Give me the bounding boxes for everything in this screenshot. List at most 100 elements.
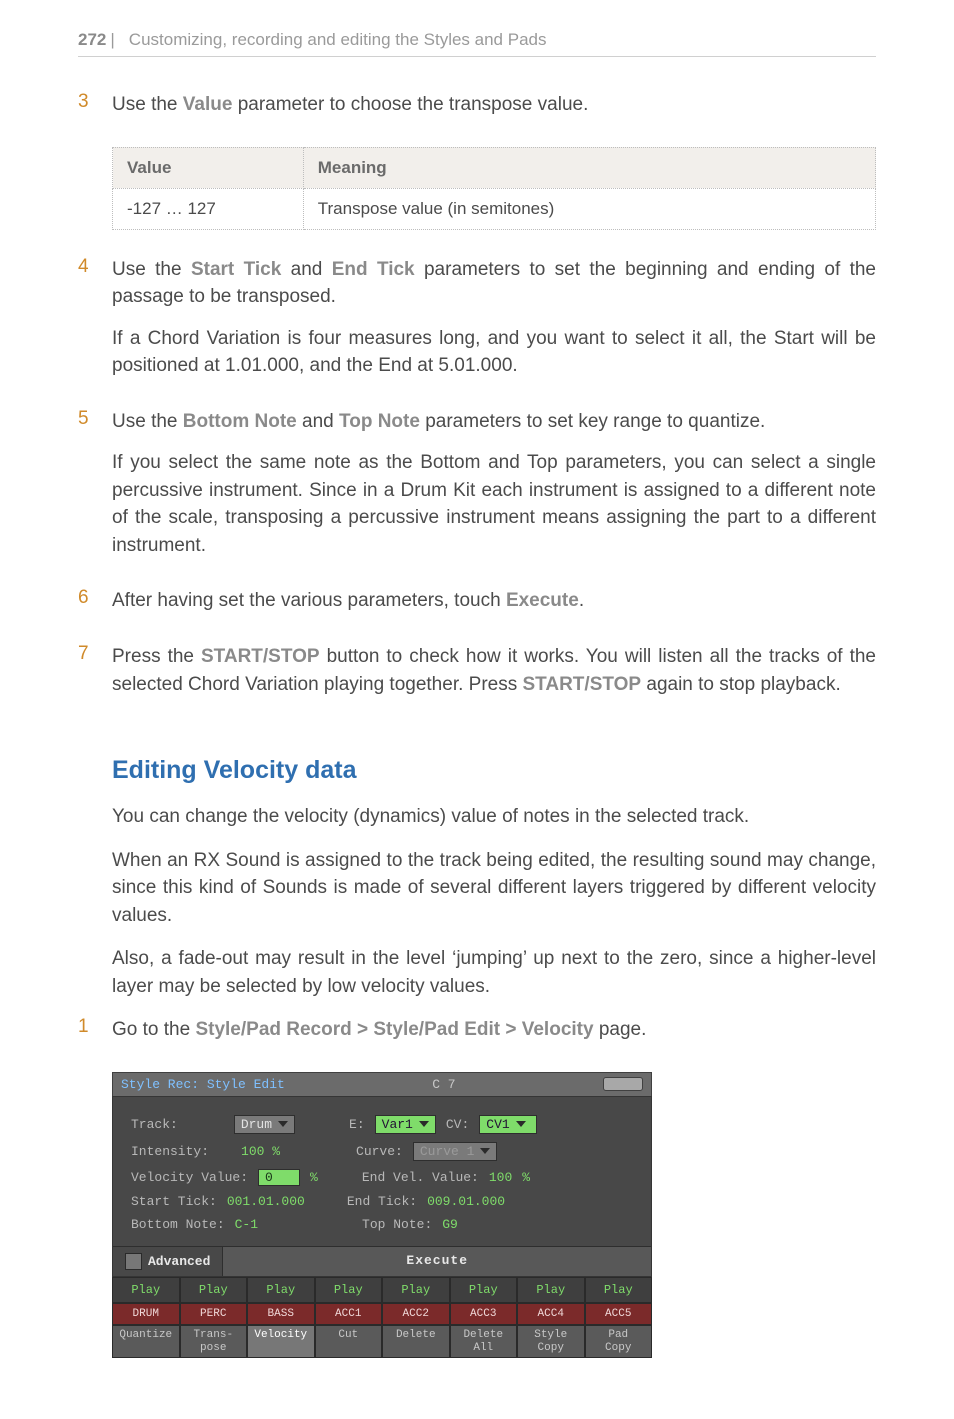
track-label: Track:: [131, 1117, 178, 1132]
text-run: Go to the: [112, 1019, 195, 1040]
track-header[interactable]: ACC3: [450, 1303, 518, 1325]
ui-term: End Tick: [332, 259, 415, 280]
chevron-down-icon: [419, 1121, 429, 1127]
section-title: Editing Velocity data: [112, 756, 876, 785]
edit-tab[interactable]: Velocity: [247, 1325, 315, 1358]
edit-tab[interactable]: Delete All: [450, 1325, 518, 1358]
step-paragraph: If you select the same note as the Botto…: [112, 449, 876, 559]
velocity-value-field[interactable]: 0: [258, 1169, 300, 1186]
step: 6After having set the various parameters…: [78, 587, 876, 631]
header-separator: |: [110, 30, 114, 50]
play-button[interactable]: Play: [247, 1277, 315, 1303]
step-number: 3: [78, 91, 112, 135]
edit-tab[interactable]: Style Copy: [517, 1325, 585, 1358]
velocity-value-label: Velocity Value:: [131, 1170, 248, 1185]
device-title-left: Style Rec: Style Edit: [121, 1077, 285, 1092]
device-title-center: C 7: [305, 1077, 583, 1092]
edit-tab[interactable]: Quantize: [112, 1325, 180, 1358]
chevron-down-icon: [278, 1121, 288, 1127]
play-button[interactable]: Play: [180, 1277, 248, 1303]
text-run: Use the: [112, 259, 191, 280]
step-number: 4: [78, 256, 112, 396]
play-button[interactable]: Play: [450, 1277, 518, 1303]
track-header[interactable]: ACC2: [382, 1303, 450, 1325]
step-body: After having set the various parameters,…: [112, 587, 876, 631]
step-paragraph: Use the Start Tick and End Tick paramete…: [112, 256, 876, 311]
track-dropdown[interactable]: Drum: [234, 1115, 295, 1134]
header-title: Customizing, recording and editing the S…: [129, 30, 547, 50]
table-header-value: Value: [113, 147, 304, 188]
table-cell-value: -127 … 127: [113, 188, 304, 229]
section-paragraph: Also, a fade-out may result in the level…: [112, 945, 876, 1000]
end-vel-label: End Vel. Value:: [362, 1170, 479, 1185]
play-button[interactable]: Play: [112, 1277, 180, 1303]
start-tick-value[interactable]: 001.01.000: [227, 1194, 305, 1209]
bottom-note-value[interactable]: C-1: [235, 1217, 258, 1232]
section-paragraph: When an RX Sound is assigned to the trac…: [112, 847, 876, 930]
play-button[interactable]: Play: [315, 1277, 383, 1303]
track-header[interactable]: DRUM: [112, 1303, 180, 1325]
execute-button[interactable]: Execute: [223, 1247, 651, 1276]
step: 5Use the Bottom Note and Top Note parame…: [78, 408, 876, 576]
curve-label: Curve:: [356, 1144, 403, 1159]
step-number: 6: [78, 587, 112, 631]
intensity-label: Intensity:: [131, 1144, 209, 1159]
end-vel-unit: %: [522, 1170, 530, 1185]
step-number: 7: [78, 643, 112, 714]
ui-term: START/STOP: [523, 674, 642, 695]
play-button[interactable]: Play: [382, 1277, 450, 1303]
text-run: Press the: [112, 646, 201, 667]
track-header[interactable]: BASS: [247, 1303, 315, 1325]
chevron-down-icon: [516, 1121, 526, 1127]
play-button[interactable]: Play: [517, 1277, 585, 1303]
device-titlebar: Style Rec: Style Edit C 7: [112, 1072, 652, 1096]
cv-dropdown[interactable]: CV1: [479, 1115, 537, 1134]
curve-dropdown[interactable]: Curve 1: [413, 1142, 498, 1161]
intensity-value[interactable]: 100 %: [241, 1144, 280, 1159]
track-header[interactable]: PERC: [180, 1303, 248, 1325]
advanced-checkbox[interactable]: Advanced: [113, 1247, 223, 1276]
top-note-label: Top Note:: [362, 1217, 432, 1232]
track-header[interactable]: ACC1: [315, 1303, 383, 1325]
chevron-down-icon: [480, 1148, 490, 1154]
table-row: -127 … 127Transpose value (in semitones): [113, 188, 876, 229]
step-body: Use the Bottom Note and Top Note paramet…: [112, 408, 876, 576]
step-body: Press the START/STOP button to check how…: [112, 643, 876, 714]
cv-label: CV:: [446, 1117, 469, 1132]
text-run: If a Chord Variation is four measures lo…: [112, 328, 876, 377]
step-body: Use the Start Tick and End Tick paramete…: [112, 256, 876, 396]
page-header: 272 | Customizing, recording and editing…: [78, 30, 876, 57]
top-note-value[interactable]: G9: [442, 1217, 458, 1232]
end-tick-label: End Tick:: [347, 1194, 417, 1209]
text-run: and: [297, 411, 339, 432]
text-run: page.: [594, 1019, 647, 1040]
table-header-meaning: Meaning: [303, 147, 875, 188]
ui-term: Top Note: [339, 411, 420, 432]
edit-tab[interactable]: Pad Copy: [585, 1325, 653, 1358]
e-label: E:: [349, 1117, 365, 1132]
page-number: 272: [78, 30, 106, 50]
end-vel-value[interactable]: 100: [489, 1170, 512, 1185]
advanced-label: Advanced: [148, 1254, 210, 1269]
edit-tab[interactable]: Delete: [382, 1325, 450, 1358]
text-run: Use the: [112, 94, 183, 115]
section-paragraph: You can change the velocity (dynamics) v…: [112, 803, 876, 831]
play-button[interactable]: Play: [585, 1277, 653, 1303]
step-paragraph: If a Chord Variation is four measures lo…: [112, 325, 876, 380]
device-screenshot: Style Rec: Style Edit C 7 Track: Drum E:…: [112, 1072, 652, 1358]
ui-term: Bottom Note: [183, 411, 297, 432]
track-header[interactable]: ACC4: [517, 1303, 585, 1325]
text-run: .: [579, 590, 584, 611]
edit-tab[interactable]: Cut: [315, 1325, 383, 1358]
e-dropdown[interactable]: Var1: [375, 1115, 436, 1134]
step-body: Use the Value parameter to choose the tr…: [112, 91, 876, 135]
end-tick-value[interactable]: 009.01.000: [427, 1194, 505, 1209]
step-number: 1: [78, 1016, 112, 1060]
edit-tab[interactable]: Trans- pose: [180, 1325, 248, 1358]
track-header[interactable]: ACC5: [585, 1303, 653, 1325]
text-run: If you select the same note as the Botto…: [112, 452, 876, 556]
step-paragraph: Press the START/STOP button to check how…: [112, 643, 876, 698]
ui-term: START/STOP: [201, 646, 320, 667]
velocity-value-unit: %: [310, 1170, 318, 1185]
menu-icon[interactable]: [603, 1077, 643, 1091]
